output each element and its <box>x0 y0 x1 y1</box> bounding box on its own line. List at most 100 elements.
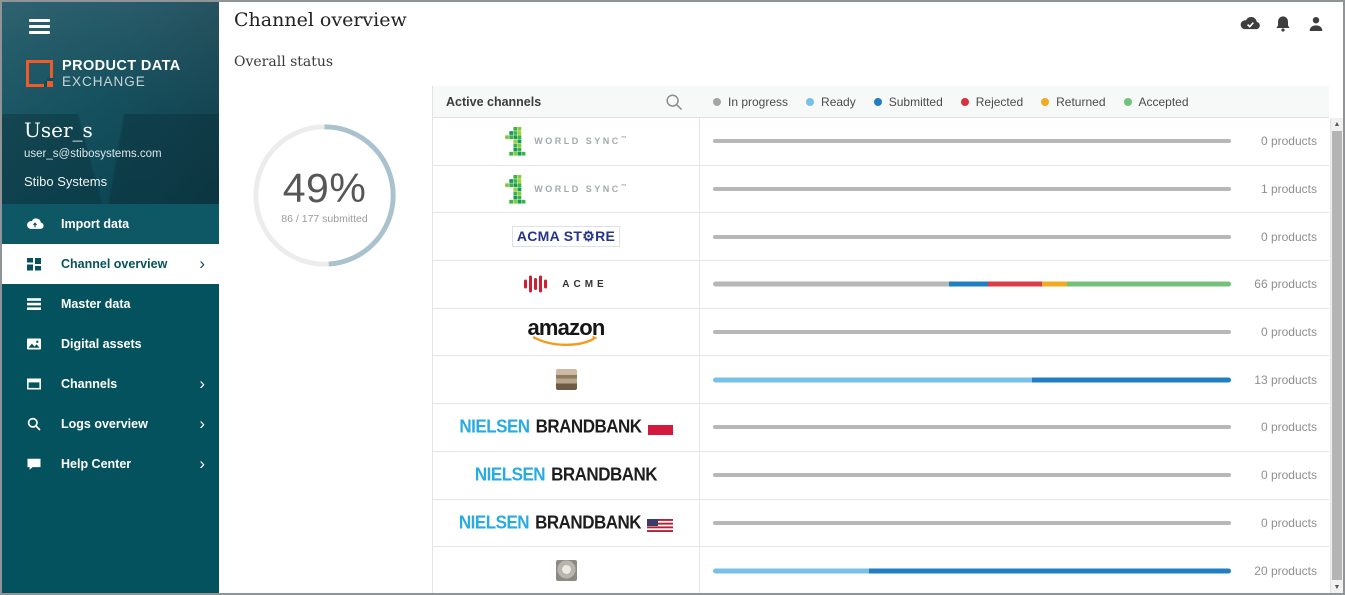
channel-thumbnail <box>556 369 577 390</box>
overall-progress-donut: 49% 86 / 177 submitted <box>246 117 403 274</box>
page-title: Channel overview <box>234 9 407 31</box>
channel-row-nielsen-red[interactable]: NIELSEN BRANDBANK 0 products <box>433 404 1329 452</box>
sidebar-item-label: Channel overview <box>61 257 167 271</box>
overall-detail: 86 / 177 submitted <box>281 213 367 225</box>
channel-logo-worldsync: WORLD SYNC™ <box>433 166 700 213</box>
sidebar: PRODUCT DATA EXCHANGE User_s user_s@stib… <box>2 2 219 593</box>
scrollbar-thumb[interactable] <box>1332 131 1342 580</box>
image-icon <box>26 336 44 352</box>
channel-logo-acme: ACME <box>433 261 700 308</box>
top-bar: Channel overview Overall status <box>219 2 1343 86</box>
scroll-up-icon[interactable]: ▲ <box>1331 118 1343 130</box>
worldsync-mosaic-icon <box>505 175 526 204</box>
cloud-sync-icon[interactable] <box>1239 14 1261 33</box>
status-bar <box>713 568 1231 573</box>
legend-dot <box>806 98 814 106</box>
legend-item-submitted: Submitted <box>874 95 943 109</box>
user-organization: Stibo Systems <box>24 174 107 189</box>
channel-row-photo-2[interactable]: 20 products <box>433 547 1329 595</box>
search-icon[interactable] <box>665 93 683 111</box>
active-channels-table: Active channels In progress Ready Submit… <box>432 86 1329 593</box>
product-count: 20 products <box>1254 564 1317 578</box>
app-window: PRODUCT DATA EXCHANGE User_s user_s@stib… <box>0 0 1345 595</box>
channel-row-nielsen[interactable]: NIELSEN BRANDBANK 0 products <box>433 452 1329 500</box>
product-count: 0 products <box>1261 468 1317 482</box>
page-subtitle: Overall status <box>234 54 333 70</box>
chevron-right-icon: › <box>199 257 205 271</box>
hamburger-menu-icon[interactable] <box>29 19 50 35</box>
legend-dot <box>1041 98 1049 106</box>
chevron-right-icon: › <box>199 457 205 471</box>
status-bar <box>713 521 1231 525</box>
sidebar-item-master-data[interactable]: Master data <box>2 284 219 324</box>
legend-label: Rejected <box>976 95 1023 109</box>
product-count: 0 products <box>1261 134 1317 148</box>
search-icon <box>26 416 44 432</box>
user-email: user_s@stibosystems.com <box>24 148 162 160</box>
brand-line2: EXCHANGE <box>62 74 181 89</box>
user-name: User_s <box>24 118 93 142</box>
product-count: 1 products <box>1261 182 1317 196</box>
sidebar-nav: Import data Channel overview › Master da… <box>2 204 219 484</box>
us-flag-icon <box>647 519 673 532</box>
overall-status-panel: 49% 86 / 177 submitted <box>219 86 432 593</box>
legend-label: In progress <box>728 95 788 109</box>
red-flag-icon <box>648 425 673 435</box>
window-icon <box>26 376 44 392</box>
brand-square-icon <box>26 60 53 87</box>
sidebar-item-logs-overview[interactable]: Logs overview › <box>2 404 219 444</box>
sidebar-item-channel-overview[interactable]: Channel overview › <box>2 244 219 284</box>
channel-row-acme[interactable]: ACME 66 products <box>433 261 1329 309</box>
sidebar-item-label: Digital assets <box>61 337 142 351</box>
status-bar <box>713 425 1231 429</box>
acme-logo-text: ACME <box>562 279 607 290</box>
list-icon <box>26 296 44 312</box>
table-header-title: Active channels <box>446 95 541 109</box>
channel-logo-photo <box>433 547 700 594</box>
sidebar-item-label: Import data <box>61 217 129 231</box>
channel-thumbnail <box>556 560 577 581</box>
nielsen-logo-text: NIELSEN <box>459 512 529 534</box>
sidebar-item-digital-assets[interactable]: Digital assets <box>2 324 219 364</box>
product-count: 0 products <box>1261 325 1317 339</box>
channel-row-photo-1[interactable]: 13 products <box>433 356 1329 404</box>
status-bar <box>713 330 1231 334</box>
channel-logo-photo <box>433 356 700 403</box>
product-count: 13 products <box>1254 373 1317 387</box>
sidebar-item-import-data[interactable]: Import data <box>2 204 219 244</box>
top-bar-icons <box>1239 14 1327 33</box>
channel-row-amazon[interactable]: amazon 0 products <box>433 309 1329 357</box>
status-bar <box>713 473 1231 477</box>
channel-row-nielsen-us[interactable]: NIELSEN BRANDBANK 0 products <box>433 500 1329 548</box>
legend-label: Accepted <box>1139 95 1189 109</box>
table-header: Active channels In progress Ready Submit… <box>433 86 1329 118</box>
brand-line1: PRODUCT DATA <box>62 58 181 74</box>
channel-row-acma-store[interactable]: ACMA ST⚙RE 0 products <box>433 213 1329 261</box>
status-bar <box>713 235 1231 239</box>
brandbank-logo-text: BRANDBANK <box>535 512 641 534</box>
scroll-down-icon[interactable]: ▼ <box>1331 581 1343 593</box>
sidebar-item-label: Logs overview <box>61 417 148 431</box>
acma-logo-text: ACMA ST⚙RE <box>512 226 620 247</box>
legend-item-rejected: Rejected <box>961 95 1023 109</box>
product-count: 0 products <box>1261 516 1317 530</box>
amazon-logo-text: amazon <box>527 318 604 338</box>
channel-logo-nielsen: NIELSEN BRANDBANK <box>433 452 700 499</box>
product-count: 0 products <box>1261 230 1317 244</box>
nielsen-logo-text: NIELSEN <box>459 417 529 439</box>
legend-item-in-progress: In progress <box>713 95 788 109</box>
status-bar <box>713 187 1231 191</box>
sidebar-item-label: Channels <box>61 377 117 391</box>
user-profile-icon[interactable] <box>1305 14 1327 33</box>
brandbank-logo-text: BRANDBANK <box>551 464 657 486</box>
sidebar-item-help-center[interactable]: Help Center › <box>2 444 219 484</box>
channel-row-worldsync-1[interactable]: WORLD SYNC™ 0 products <box>433 118 1329 166</box>
bell-icon[interactable] <box>1272 14 1294 33</box>
chevron-right-icon: › <box>199 377 205 391</box>
cloud-upload-icon <box>26 216 44 232</box>
legend-item-ready: Ready <box>806 95 856 109</box>
brandbank-logo-text: BRANDBANK <box>536 417 642 439</box>
vertical-scrollbar[interactable]: ▲ ▼ <box>1330 118 1343 593</box>
channel-row-worldsync-2[interactable]: WORLD SYNC™ 1 products <box>433 166 1329 214</box>
sidebar-item-channels[interactable]: Channels › <box>2 364 219 404</box>
